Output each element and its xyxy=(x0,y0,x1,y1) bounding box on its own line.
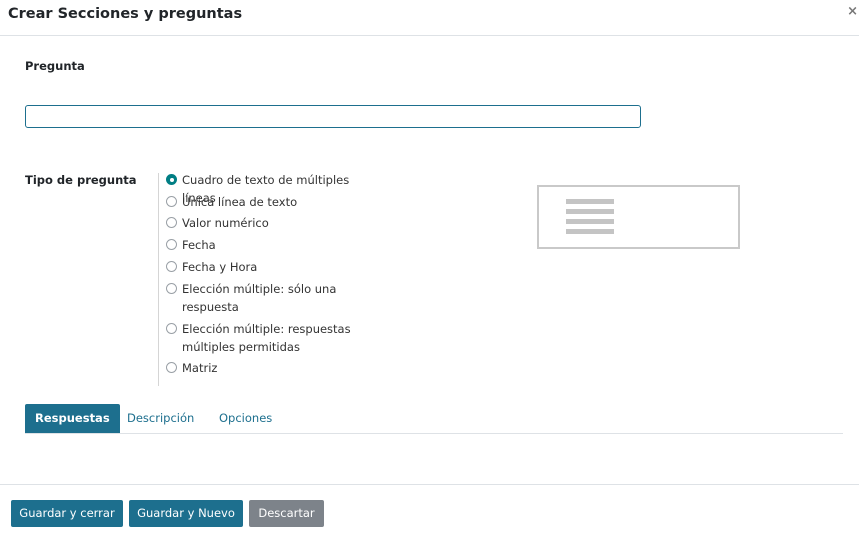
option-label: Matriz xyxy=(182,361,218,375)
preview-line xyxy=(566,219,614,224)
save-new-button[interactable]: Guardar y Nuevo xyxy=(129,500,243,527)
field-divider xyxy=(158,173,159,386)
radio-icon[interactable] xyxy=(166,283,177,294)
radio-icon[interactable] xyxy=(166,217,177,228)
radio-icon[interactable] xyxy=(166,261,177,272)
tab-answers[interactable]: Respuestas xyxy=(25,404,120,433)
radio-icon[interactable] xyxy=(166,239,177,250)
question-type-label: Tipo de pregunta xyxy=(25,173,137,187)
preview-line xyxy=(566,199,614,204)
option-label: Única línea de texto xyxy=(182,195,298,209)
dialog-title: Crear Secciones y preguntas xyxy=(8,6,243,22)
preview-line xyxy=(566,229,614,234)
question-label: Pregunta xyxy=(25,59,85,73)
footer-divider xyxy=(0,484,859,485)
option-label: Elección múltiple: sólo una respuesta xyxy=(182,282,337,314)
option-label: Fecha y Hora xyxy=(182,260,258,274)
save-close-button[interactable]: Guardar y cerrar xyxy=(11,500,123,527)
preview-line xyxy=(566,209,614,214)
option-label: Elección múltiple: respuestas múltiples … xyxy=(182,322,351,354)
question-type-preview xyxy=(537,185,740,249)
question-type-option-multiple-choice[interactable]: Elección múltiple: respuestas múltiples … xyxy=(166,321,376,356)
question-input[interactable] xyxy=(25,105,641,128)
dialog-header: Crear Secciones y preguntas × xyxy=(0,0,859,36)
close-icon[interactable]: × xyxy=(847,4,858,19)
tab-bar: Respuestas Descripción Opciones xyxy=(25,404,843,434)
option-label: Valor numérico xyxy=(182,216,269,230)
radio-icon[interactable] xyxy=(166,362,177,373)
radio-icon[interactable] xyxy=(166,196,177,207)
radio-checked-icon[interactable] xyxy=(166,174,177,185)
question-type-option-single-choice[interactable]: Elección múltiple: sólo una respuesta xyxy=(166,281,376,316)
tab-description[interactable]: Descripción xyxy=(117,404,204,433)
tab-options[interactable]: Opciones xyxy=(209,404,282,433)
option-label: Fecha xyxy=(182,238,216,252)
radio-icon[interactable] xyxy=(166,323,177,334)
discard-button[interactable]: Descartar xyxy=(249,500,324,527)
